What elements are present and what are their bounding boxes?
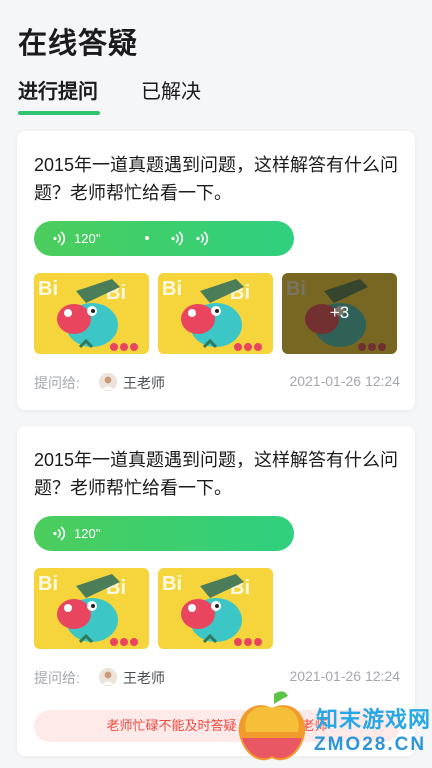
bird-illustration: Bi Bi (158, 273, 273, 354)
tab-resolved[interactable]: 已解决 (141, 78, 201, 106)
page-title: 在线答疑 (18, 28, 139, 60)
question-time: 2021-01-26 12:24 (289, 668, 400, 684)
question-text: 2015年一道真题遇到问题，这样解答有什么问题？老师帮忙给看一下。 (34, 450, 399, 498)
image-thumbnail[interactable]: Bi Bi (34, 568, 149, 649)
more-images-count: +3 (329, 303, 350, 322)
teacher-avatar (99, 373, 117, 391)
image-gallery: Bi Bi Bi Bi (34, 273, 400, 354)
tab-bar: 进行提问 已解决 (18, 78, 418, 118)
question-time: 2021-01-26 12:24 (289, 373, 400, 389)
watermark-name: 知末游戏网 (316, 707, 432, 732)
voice-duration: 120'' (74, 231, 101, 246)
teacher-avatar (99, 668, 117, 686)
active-tab-indicator (18, 111, 100, 115)
question-meta: 提问给: 王老师 2021-01-26 12:24 (34, 666, 400, 688)
svg-text:Bi: Bi (38, 573, 58, 595)
more-images-thumbnail[interactable]: Bi +3 (282, 273, 397, 354)
voice-message-player[interactable]: 120'' (34, 221, 294, 256)
apple-logo-icon (238, 691, 306, 761)
progress-dot (145, 236, 149, 240)
voice-message-player[interactable]: 120'' (34, 516, 294, 551)
image-thumbnail[interactable]: Bi Bi (34, 273, 149, 354)
voice-wave-icon (53, 231, 66, 246)
voice-wave-icon (171, 231, 184, 246)
page: 在线答疑 进行提问 已解决 2015年一道真题遇到问题，这样解答有什么问题？老师… (0, 0, 432, 768)
svg-text:Bi: Bi (162, 278, 182, 300)
image-thumbnail[interactable]: Bi Bi (158, 568, 273, 649)
question-meta: 提问给: 王老师 2021-01-26 12:24 (34, 371, 400, 393)
bird-illustration: Bi Bi (158, 568, 273, 649)
ask-to-label: 提问给: (34, 670, 80, 686)
question-text: 2015年一道真题遇到问题，这样解答有什么问题？老师帮忙给看一下。 (34, 155, 399, 203)
tab-asking[interactable]: 进行提问 (18, 78, 98, 106)
teacher-name[interactable]: 王老师 (123, 668, 165, 688)
teacher-name[interactable]: 王老师 (123, 373, 165, 393)
svg-text:Bi: Bi (38, 278, 58, 300)
ask-to-label: 提问给: (34, 375, 80, 391)
question-card[interactable]: 2015年一道真题遇到问题，这样解答有什么问题？老师帮忙给看一下。 120'' (17, 131, 415, 410)
voice-wave-icon (196, 231, 209, 246)
voice-duration: 120'' (74, 526, 101, 541)
svg-text:Bi: Bi (162, 573, 182, 595)
voice-wave-icon (53, 526, 66, 541)
bird-illustration: Bi Bi (34, 568, 149, 649)
image-gallery: Bi Bi Bi Bi (34, 568, 400, 649)
bird-illustration: Bi Bi (34, 273, 149, 354)
watermark: 知末游戏网 ZMO28.CN (232, 686, 432, 768)
image-thumbnail[interactable]: Bi Bi (158, 273, 273, 354)
watermark-url: ZMO28.CN (314, 734, 427, 755)
